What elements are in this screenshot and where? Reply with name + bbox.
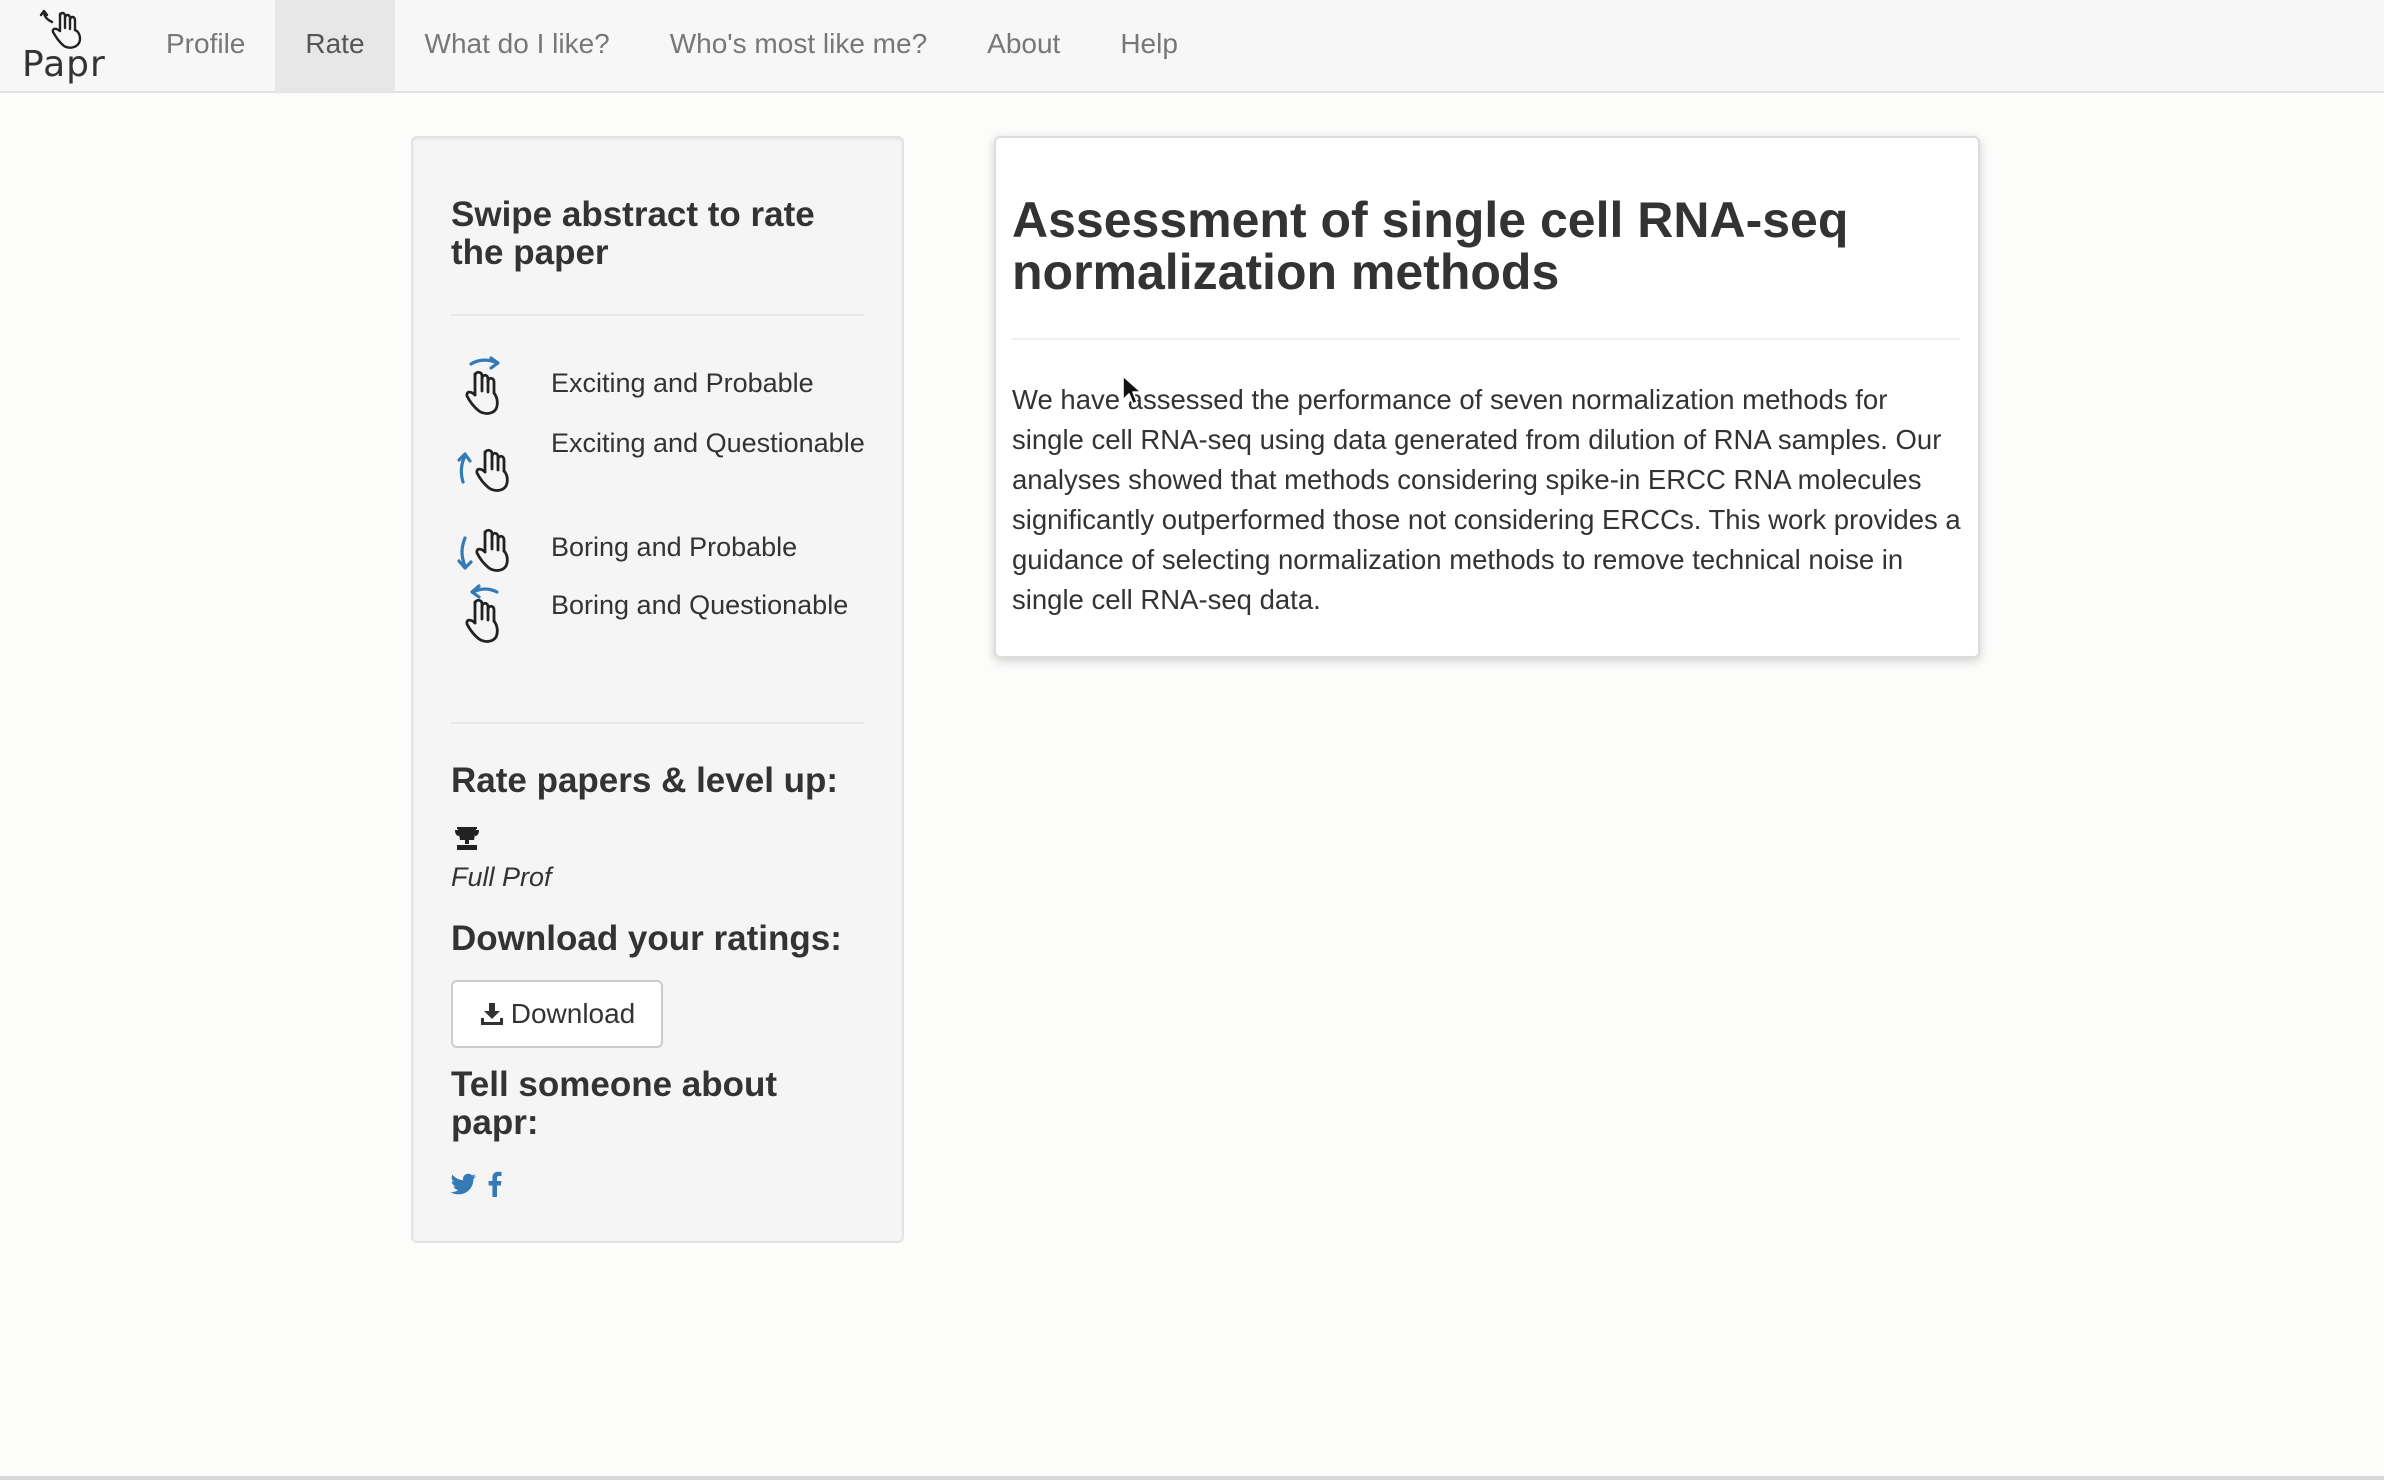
paper-abstract: We have assessed the performance of seve… xyxy=(1012,384,1961,615)
window-bottom-edge xyxy=(0,1476,2384,1480)
legend-label: Exciting and Questionable xyxy=(551,428,865,458)
sidebar-divider xyxy=(451,314,864,316)
social-share-links xyxy=(451,1168,503,1200)
nav-rate[interactable]: Rate xyxy=(275,0,395,92)
swipe-left-icon xyxy=(465,584,499,643)
twitter-icon[interactable] xyxy=(451,1172,477,1196)
sidebar-panel: Swipe abstract to rate the paper Excitin… xyxy=(411,136,904,1243)
brand-logo[interactable]: Papr xyxy=(18,4,118,88)
swipe-right-icon xyxy=(465,356,500,415)
main-nav: Profile Rate What do I like? Who's most … xyxy=(136,0,1208,92)
legend-item-exciting-questionable: Exciting and Questionable xyxy=(451,420,871,524)
swipe-legend: Exciting and Probable Exciting and Quest… xyxy=(451,356,871,686)
nav-whos-most-like-me[interactable]: Who's most like me? xyxy=(640,0,957,92)
legend-label: Boring and Probable xyxy=(551,532,798,562)
brand-name: Papr xyxy=(22,44,106,85)
level-name: Full Prof xyxy=(451,862,552,892)
download-icon xyxy=(480,1003,503,1025)
download-button-label: Download xyxy=(510,998,636,1029)
level-up-heading: Rate papers & level up: xyxy=(451,761,839,800)
paper-card[interactable]: Assessment of single cell RNA-seq normal… xyxy=(994,136,1980,658)
paper-divider xyxy=(1012,338,1960,340)
swipe-up-icon xyxy=(457,448,509,492)
download-heading: Download your ratings: xyxy=(451,919,842,958)
legend-item-boring-questionable: Boring and Questionable xyxy=(451,582,871,686)
navbar: Papr Profile Rate What do I like? Who's … xyxy=(0,0,2384,93)
nav-help[interactable]: Help xyxy=(1090,0,1208,92)
download-button[interactable]: Download xyxy=(451,980,663,1048)
tell-someone-heading: Tell someone about papr: xyxy=(451,1065,778,1142)
swipe-down-icon xyxy=(457,528,509,572)
nav-what-do-i-like[interactable]: What do I like? xyxy=(395,0,640,92)
paper-title: Assessment of single cell RNA-seq normal… xyxy=(1012,192,1849,300)
legend-item-exciting-probable: Exciting and Probable xyxy=(451,356,871,420)
legend-item-boring-probable: Boring and Probable xyxy=(451,524,871,582)
sidebar-divider xyxy=(451,722,864,724)
facebook-icon[interactable] xyxy=(487,1171,503,1197)
nav-profile[interactable]: Profile xyxy=(136,0,275,92)
legend-label: Boring and Questionable xyxy=(551,590,849,620)
swipe-instructions-heading: Swipe abstract to rate the paper xyxy=(451,195,815,272)
nav-about[interactable]: About xyxy=(957,0,1090,92)
legend-label: Exciting and Probable xyxy=(551,368,814,398)
trophy-icon xyxy=(455,827,479,850)
